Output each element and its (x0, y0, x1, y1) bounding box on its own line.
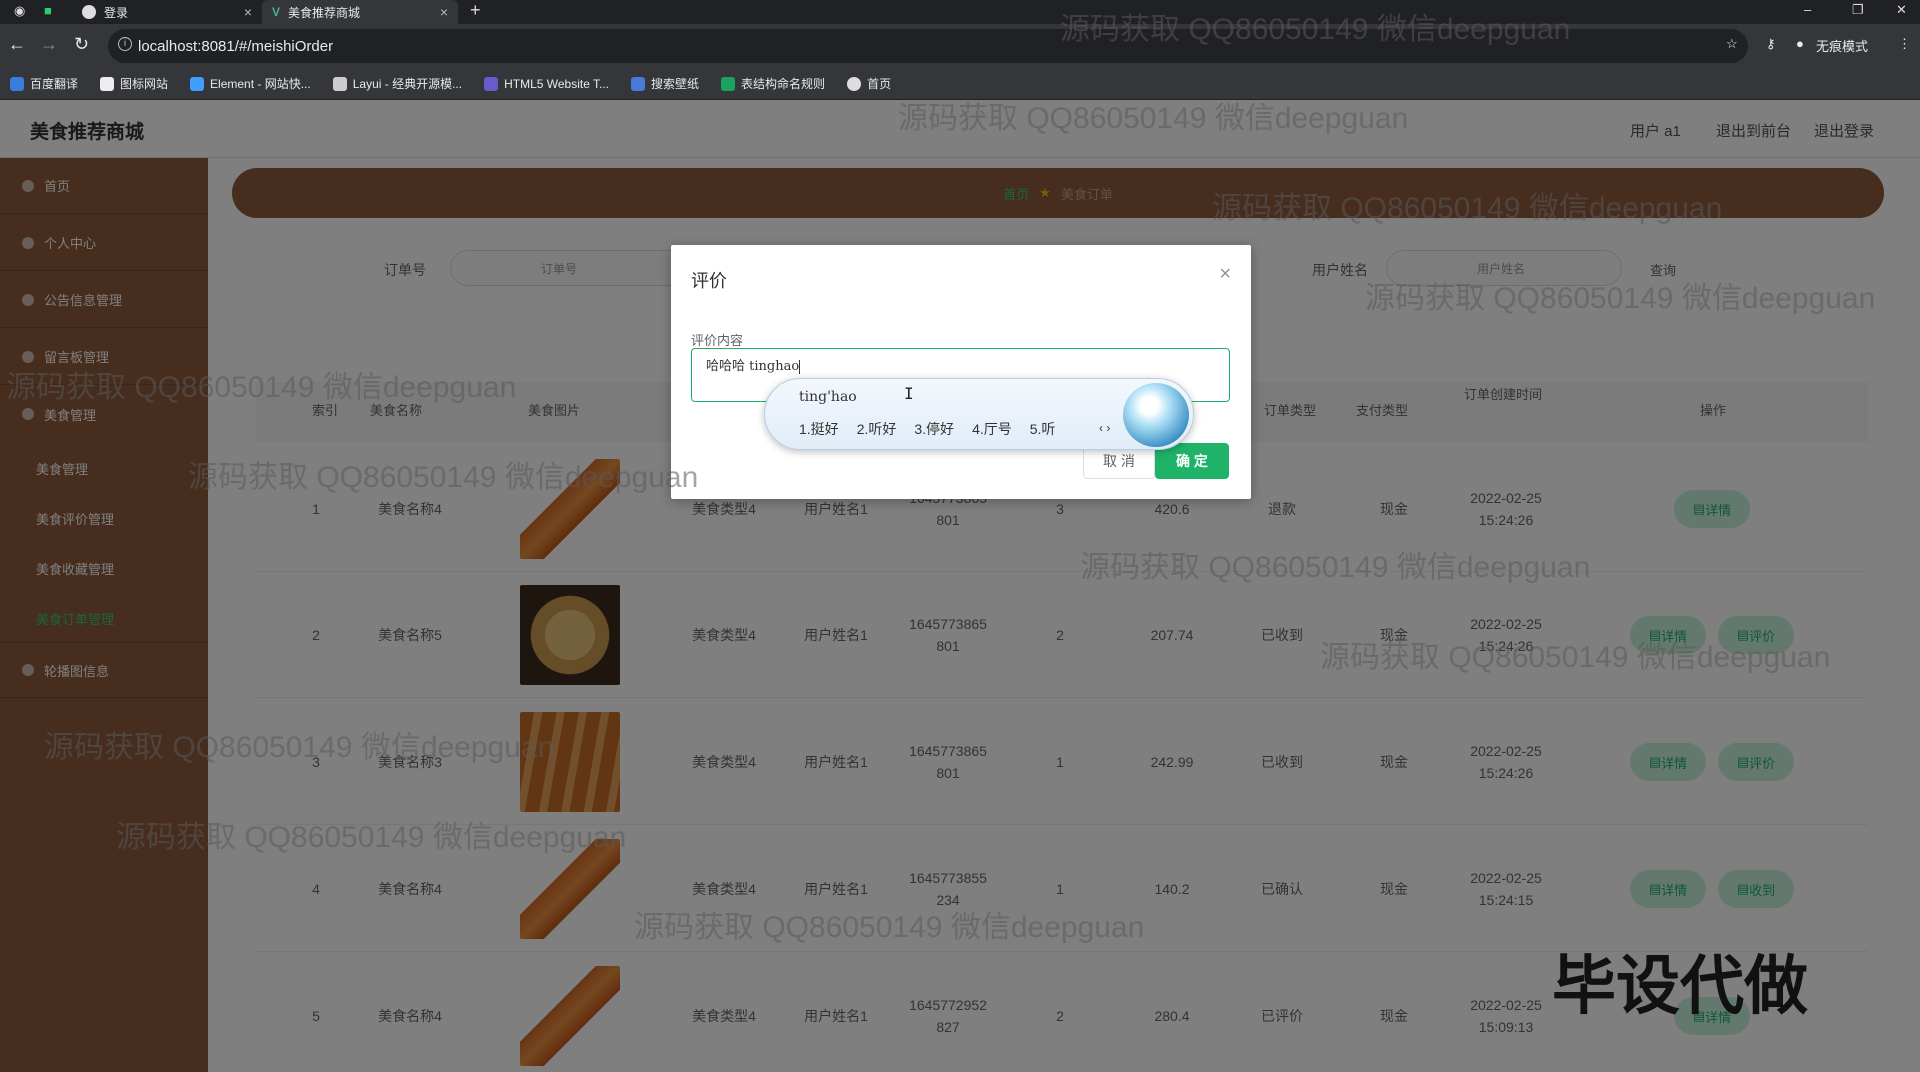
ime-candidate[interactable]: 1.挺好 (799, 419, 839, 439)
ime-logo-icon (1123, 383, 1189, 447)
restore-icon[interactable]: ❐ (1852, 2, 1864, 18)
app-icon: ■ (44, 3, 52, 18)
ime-candidates: 1.挺好 2.听好 3.停好 4.厅号 5.听 (799, 419, 1073, 439)
sheet-icon (721, 76, 736, 91)
globe-icon (847, 76, 862, 91)
bookmark-item[interactable]: 百度翻译 (10, 75, 78, 92)
bookmark-item[interactable]: Layui - 经典开源模... (332, 75, 462, 92)
tab-shop[interactable]: V 美食推荐商城 × (262, 0, 458, 24)
ime-candidate[interactable]: 3.停好 (914, 419, 954, 439)
tab-label: 登录 (104, 5, 129, 20)
bookmark-item[interactable]: 图标网站 (100, 75, 168, 92)
bookmark-item[interactable]: Element - 网站快... (190, 75, 311, 92)
browser-tabbar: ◉ ■ 登录 × V 美食推荐商城 × + – ❐ ✕ (0, 0, 1920, 24)
watermark-text: 源码获取 QQ86050149 微信deepguan (1320, 641, 1831, 674)
profile-label[interactable]: 无痕模式 (1816, 36, 1868, 55)
watermark-text: 源码获取 QQ86050149 微信deepguan (6, 371, 517, 404)
back-icon[interactable]: ← (8, 34, 26, 55)
new-tab-icon[interactable]: + (470, 0, 481, 21)
wallpaper-icon (631, 76, 646, 91)
info-icon[interactable]: i (118, 37, 132, 51)
incognito-icon: ● (1796, 36, 1804, 51)
close-icon[interactable]: × (1219, 263, 1231, 286)
flag-icon (100, 76, 115, 91)
ime-candidate-window: ting'hao 1.挺好 2.听好 3.停好 4.厅号 5.听 ‹ › (764, 378, 1194, 450)
bookmark-item[interactable]: HTML5 Website T... (484, 76, 609, 91)
url-text: localhost:8081/#/meishiOrder (138, 37, 334, 55)
chrome-icon: ◉ (14, 3, 26, 18)
bookmark-item[interactable]: 首页 (847, 75, 891, 92)
vue-icon: V (272, 5, 281, 19)
element-icon (190, 76, 205, 91)
star-icon[interactable]: ☆ (1726, 36, 1738, 52)
watermark-text: 源码获取 QQ86050149 微信deepguan (634, 911, 1145, 944)
tab-label: 美食推荐商城 (288, 5, 361, 20)
watermark-text: 源码获取 QQ86050149 微信deepguan (44, 731, 555, 764)
review-dialog: 评价 × 评价内容 哈哈哈 tinghao 取 消 确 定 (671, 245, 1251, 499)
ime-candidate[interactable]: 5.听 (1030, 419, 1056, 439)
translate-icon (10, 76, 24, 91)
dialog-title: 评价 (691, 271, 727, 291)
ime-page-arrows[interactable]: ‹ › (1099, 421, 1110, 435)
forward-icon[interactable]: → (40, 34, 58, 55)
close-tab-icon[interactable]: × (244, 4, 252, 20)
bookmark-item[interactable]: 表结构命名规则 (721, 75, 825, 92)
minimize-icon[interactable]: – (1804, 2, 1811, 17)
watermark-text: 源码获取 QQ86050149 微信deepguan (1060, 13, 1571, 46)
key-icon[interactable]: ⚷ (1766, 36, 1776, 52)
close-window-icon[interactable]: ✕ (1896, 2, 1907, 18)
watermark-text: 源码获取 QQ86050149 微信deepguan (1365, 282, 1876, 315)
review-content-label: 评价内容 (691, 333, 744, 348)
tab-login[interactable]: 登录 × (70, 0, 262, 24)
watermark-text: 源码获取 QQ86050149 微信deepguan (1080, 551, 1591, 584)
layui-icon (332, 76, 347, 91)
watermark-text: 源码获取 QQ86050149 微信deepguan (188, 461, 699, 494)
watermark-text: 源码获取 QQ86050149 微信deepguan (116, 821, 627, 854)
text-caret (799, 359, 801, 374)
ibeam-cursor-icon: I (904, 384, 914, 403)
globe-icon (82, 5, 96, 19)
bookmark-item[interactable]: 搜索壁纸 (631, 75, 699, 92)
ime-pinyin: ting'hao (799, 389, 857, 405)
corner-watermark: 毕设代做 (1552, 950, 1808, 1022)
watermark-text: 源码获取 QQ86050149 微信deepguan (898, 102, 1409, 135)
address-bar-row: ← → ↻ i localhost:8081/#/meishiOrder ☆ ⚷… (0, 24, 1920, 68)
html5-icon (484, 76, 499, 91)
close-tab-icon[interactable]: × (440, 4, 448, 20)
ime-candidate[interactable]: 4.厅号 (972, 419, 1012, 439)
ime-candidate[interactable]: 2.听好 (857, 419, 897, 439)
menu-icon[interactable]: ⋮ (1898, 36, 1911, 52)
reload-icon[interactable]: ↻ (74, 34, 89, 55)
watermark-text: 源码获取 QQ86050149 微信deepguan (1212, 192, 1723, 225)
